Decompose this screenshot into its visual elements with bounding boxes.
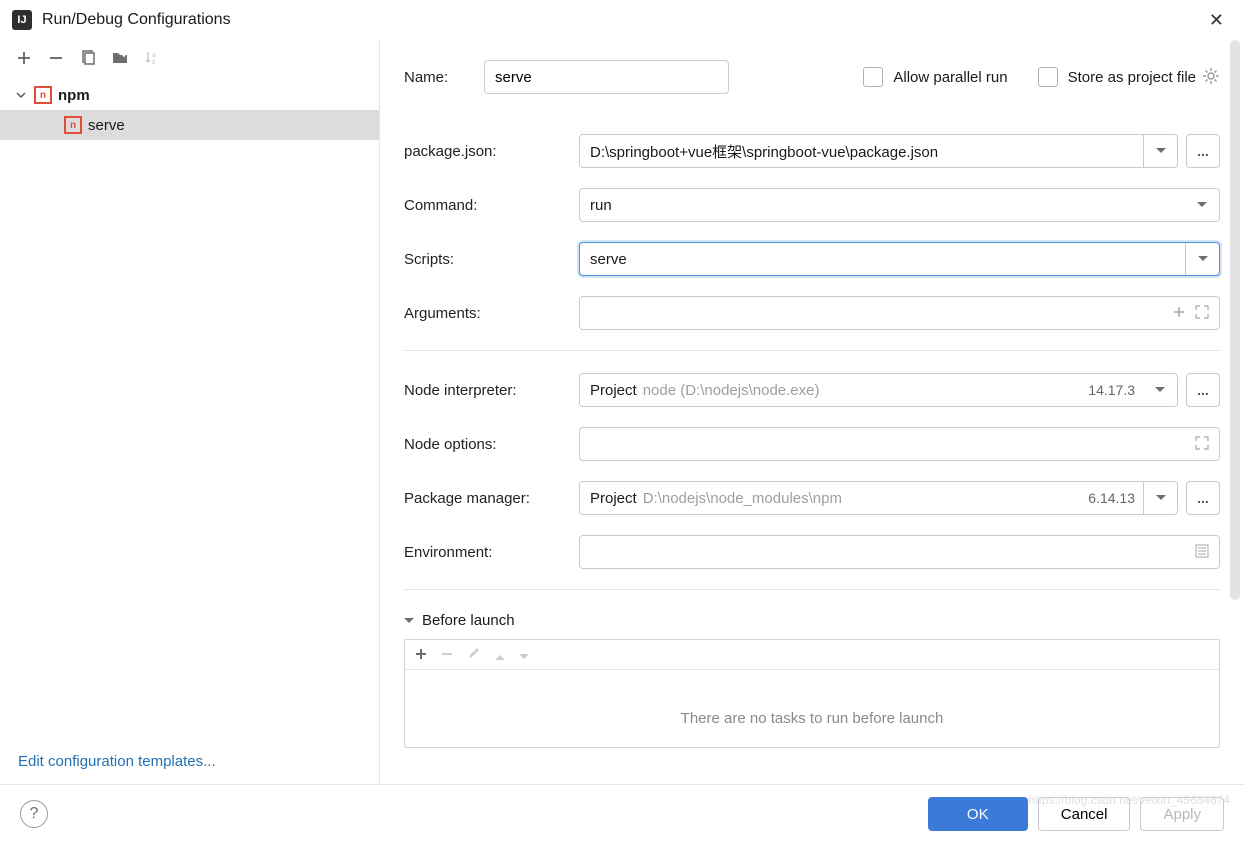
help-icon[interactable]: ? <box>20 800 48 828</box>
footer: ? OK Cancel Apply https://blog.csdn.net/… <box>0 784 1244 843</box>
edit-icon[interactable] <box>467 646 481 663</box>
add-icon[interactable] <box>14 48 34 68</box>
before-launch-toolbar <box>405 640 1219 670</box>
command-combo[interactable]: run <box>579 188 1220 222</box>
environment-row: Environment: <box>404 535 1220 569</box>
node-options-row: Node options: <box>404 427 1220 461</box>
browse-button[interactable]: ... <box>1186 134 1220 168</box>
scripts-label: Scripts: <box>404 251 579 268</box>
sort-icon[interactable]: az <box>142 48 162 68</box>
svg-text:z: z <box>152 59 156 66</box>
store-project-label: Store as project file <box>1068 69 1196 86</box>
environment-label: Environment: <box>404 544 579 561</box>
before-launch-panel: There are no tasks to run before launch <box>404 639 1220 748</box>
checkbox-icon <box>863 67 883 87</box>
remove-icon[interactable] <box>441 647 453 663</box>
allow-parallel-label: Allow parallel run <box>893 69 1007 86</box>
node-interpreter-combo[interactable]: Projectnode (D:\nodejs\node.exe) 14.17.3 <box>579 373 1178 407</box>
node-interpreter-value: Projectnode (D:\nodejs\node.exe) <box>590 382 1088 399</box>
dropdown-icon[interactable] <box>1185 189 1219 221</box>
node-options-input[interactable] <box>579 427 1220 461</box>
separator <box>404 350 1220 351</box>
tree-group-label: npm <box>58 87 90 104</box>
name-label: Name: <box>404 69 484 86</box>
ok-button[interactable]: OK <box>928 797 1028 831</box>
before-launch-empty: There are no tasks to run before launch <box>405 670 1219 747</box>
gear-icon[interactable] <box>1202 67 1220 88</box>
remove-icon[interactable] <box>46 48 66 68</box>
add-icon[interactable] <box>415 647 427 663</box>
browse-button[interactable]: ... <box>1186 481 1220 515</box>
command-value: run <box>590 197 1185 214</box>
expand-icon[interactable] <box>1195 305 1209 322</box>
dropdown-icon[interactable] <box>1185 243 1219 275</box>
config-toolbar: az <box>0 40 379 76</box>
up-icon[interactable] <box>495 647 505 663</box>
before-launch-title: Before launch <box>422 612 515 629</box>
package-json-label: package.json: <box>404 143 579 160</box>
dropdown-icon[interactable] <box>1143 482 1177 514</box>
npm-icon: n <box>34 86 52 104</box>
edit-templates-link[interactable]: Edit configuration templates... <box>0 739 379 784</box>
titlebar: IJ Run/Debug Configurations ✕ <box>0 0 1244 40</box>
node-options-label: Node options: <box>404 436 579 453</box>
window-title: Run/Debug Configurations <box>42 11 1201 29</box>
tree-item-label: serve <box>88 117 125 134</box>
name-input[interactable] <box>484 60 729 94</box>
dropdown-icon[interactable] <box>1143 135 1177 167</box>
chevron-down-icon[interactable] <box>14 90 28 100</box>
package-manager-row: Package manager: ProjectD:\nodejs\node_m… <box>404 481 1220 515</box>
copy-icon[interactable] <box>78 48 98 68</box>
node-version: 14.17.3 <box>1088 382 1135 398</box>
expand-icon[interactable] <box>1195 436 1209 453</box>
chevron-down-icon <box>404 618 414 624</box>
dropdown-icon[interactable] <box>1143 374 1177 406</box>
scripts-value: serve <box>590 251 1185 268</box>
before-launch-header[interactable]: Before launch <box>404 612 1220 629</box>
svg-text:a: a <box>152 52 156 59</box>
tree-group-npm[interactable]: n npm <box>0 80 379 110</box>
node-interpreter-label: Node interpreter: <box>404 382 579 399</box>
scripts-row: Scripts: serve <box>404 242 1220 276</box>
package-manager-label: Package manager: <box>404 490 579 507</box>
apply-button[interactable]: Apply <box>1140 797 1224 831</box>
tree-item-serve[interactable]: n serve <box>0 110 379 140</box>
browse-button[interactable]: ... <box>1186 373 1220 407</box>
package-json-value: D:\springboot+vue框架\springboot-vue\packa… <box>590 141 1143 162</box>
folder-icon[interactable] <box>110 48 130 68</box>
arguments-row: Arguments: <box>404 296 1220 330</box>
main-area: az n npm n serve Edit configuration temp… <box>0 40 1244 843</box>
npm-version: 6.14.13 <box>1088 490 1135 506</box>
left-panel: az n npm n serve Edit configuration temp… <box>0 40 380 784</box>
config-tree: n npm n serve <box>0 76 379 739</box>
allow-parallel-checkbox[interactable]: Allow parallel run <box>863 67 1007 87</box>
scripts-combo[interactable]: serve <box>579 242 1220 276</box>
app-icon: IJ <box>12 10 32 30</box>
content: az n npm n serve Edit configuration temp… <box>0 40 1244 784</box>
down-icon[interactable] <box>519 647 529 663</box>
store-project-checkbox[interactable]: Store as project file <box>1038 67 1196 87</box>
package-manager-combo[interactable]: ProjectD:\nodejs\node_modules\npm 6.14.1… <box>579 481 1178 515</box>
package-json-row: package.json: D:\springboot+vue框架\spring… <box>404 134 1220 168</box>
add-arg-icon[interactable] <box>1173 305 1185 322</box>
separator <box>404 589 1220 590</box>
environment-input[interactable] <box>579 535 1220 569</box>
right-panel: Name: Allow parallel run Store as projec… <box>380 40 1244 784</box>
scrollbar[interactable] <box>1228 40 1242 784</box>
command-row: Command: run <box>404 188 1220 222</box>
node-interpreter-row: Node interpreter: Projectnode (D:\nodejs… <box>404 373 1220 407</box>
close-icon[interactable]: ✕ <box>1201 6 1232 35</box>
name-row: Name: Allow parallel run Store as projec… <box>404 60 1220 94</box>
list-icon[interactable] <box>1195 544 1209 561</box>
cancel-button[interactable]: Cancel <box>1038 797 1131 831</box>
command-label: Command: <box>404 197 579 214</box>
package-json-combo[interactable]: D:\springboot+vue框架\springboot-vue\packa… <box>579 134 1178 168</box>
package-manager-value: ProjectD:\nodejs\node_modules\npm <box>590 490 1088 507</box>
arguments-input[interactable] <box>579 296 1220 330</box>
arguments-label: Arguments: <box>404 305 579 322</box>
npm-icon: n <box>64 116 82 134</box>
checkbox-icon <box>1038 67 1058 87</box>
